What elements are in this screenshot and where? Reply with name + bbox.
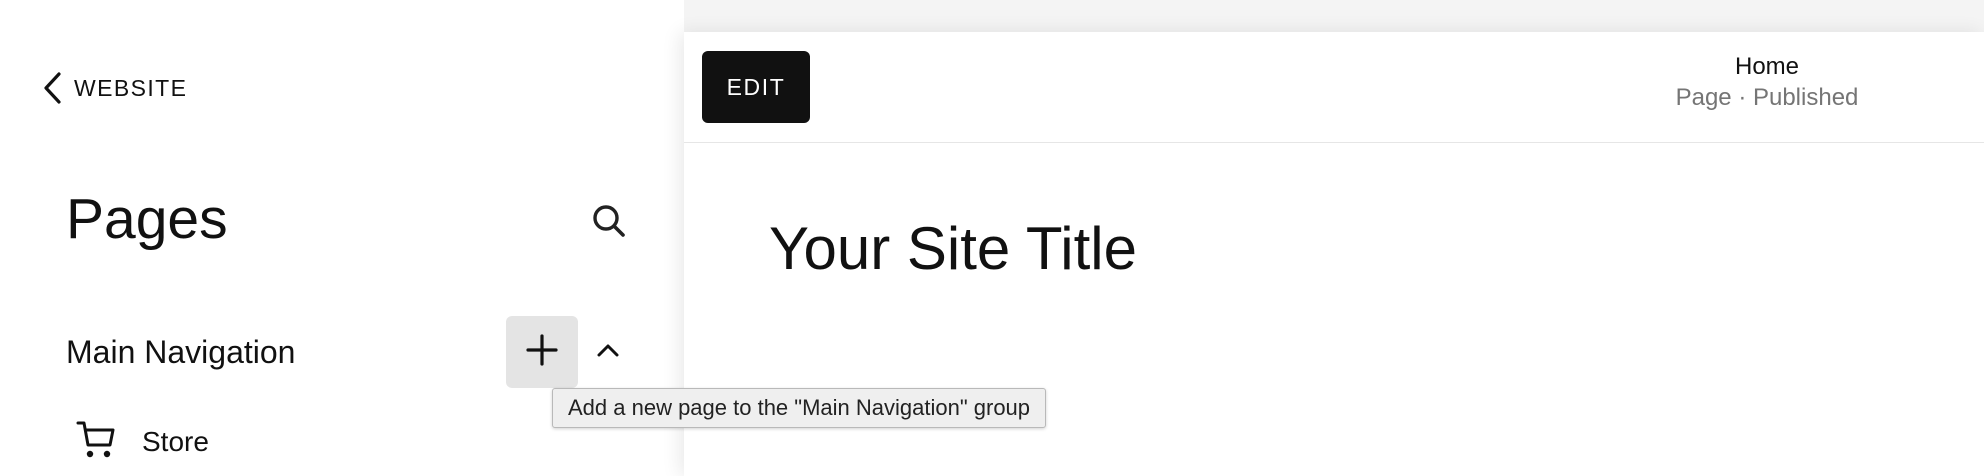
search-icon xyxy=(591,203,627,244)
preview-header: EDIT Home Page · Published xyxy=(684,32,1984,143)
nav-group-title: Main Navigation xyxy=(66,334,296,370)
page-info: Home Page · Published xyxy=(1634,52,1900,114)
sidebar-item-store[interactable]: Store xyxy=(76,418,209,466)
page-status: Page · Published xyxy=(1675,84,1859,111)
panel-title: Pages xyxy=(66,187,228,251)
cart-icon xyxy=(76,419,116,466)
back-to-website-link[interactable]: WEBSITE xyxy=(42,70,187,106)
collapse-group-button[interactable] xyxy=(588,332,628,372)
site-title[interactable]: Your Site Title xyxy=(769,212,1137,286)
add-page-button[interactable] xyxy=(506,316,578,388)
sidebar: WEBSITE Pages Main Navigation Store Add … xyxy=(0,0,1047,476)
chevron-up-icon xyxy=(596,342,620,363)
back-link-label: WEBSITE xyxy=(74,74,188,101)
page-title: Home xyxy=(1734,53,1800,80)
plus-icon xyxy=(525,333,559,372)
search-button[interactable] xyxy=(584,198,634,248)
add-page-tooltip: Add a new page to the "Main Navigation" … xyxy=(552,388,1047,428)
sidebar-item-label: Store xyxy=(142,426,209,457)
chevron-left-icon xyxy=(42,71,62,105)
edit-button[interactable]: EDIT xyxy=(702,51,810,123)
